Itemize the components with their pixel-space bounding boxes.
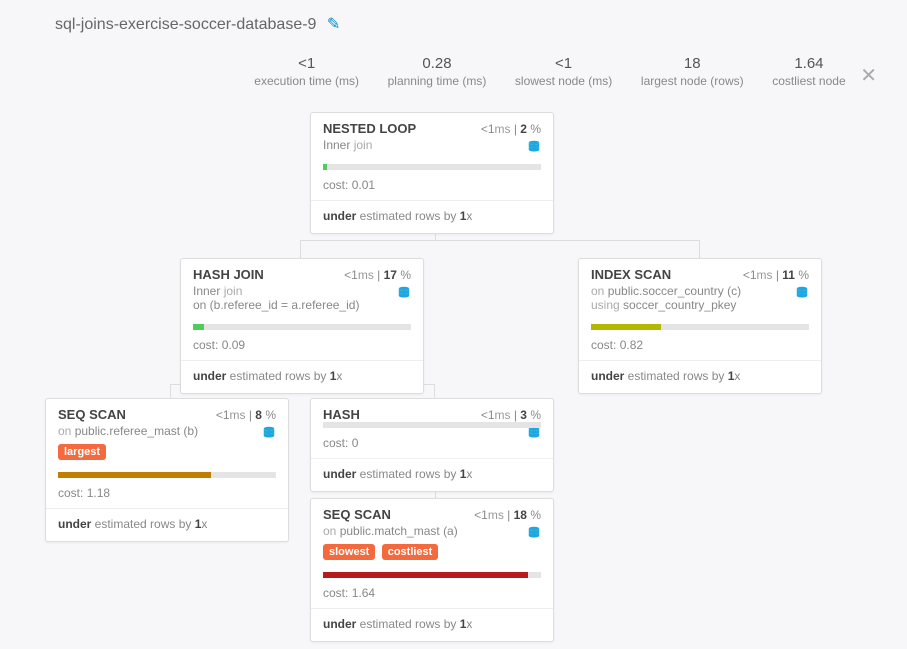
stat-label: slowest node (ms) [515,74,612,88]
node-timing: <1ms | 2 % [481,122,541,136]
cost-value: 0.82 [620,338,643,352]
join-word: join [224,284,243,298]
detail-prefix: on [591,284,608,298]
detail-prefix: on [58,424,75,438]
cost-bar [323,422,541,428]
stat-value: <1 [515,55,612,72]
stat-label: execution time (ms) [254,74,359,88]
database-icon[interactable] [527,524,541,540]
stat-largest-node: 18 largest node (rows) [641,55,744,88]
cost-label: cost: [591,338,616,352]
stat-label: planning time (ms) [388,74,487,88]
stat-slowest-node: <1 slowest node (ms) [515,55,612,88]
plan-name: sql-joins-exercise-soccer-database-9 [55,16,316,33]
node-op: HASH JOIN [193,267,264,282]
node-hash-join[interactable]: HASH JOIN <1ms | 17 % Inner join on (b.r… [180,258,424,394]
cost-value: 0.01 [352,178,375,192]
join-word: join [354,138,373,152]
stats-bar: <1 execution time (ms) 0.28 planning tim… [240,55,860,88]
join-condition: on (b.referee_id = a.referee_id) [193,298,359,312]
stat-value: 1.64 [772,55,845,72]
cost-label: cost: [323,436,348,450]
stat-label: largest node (rows) [641,74,744,88]
join-type: Inner [323,138,350,152]
database-icon[interactable] [397,284,411,300]
row-estimate: under estimated rows by 1x [579,360,821,393]
node-op: SEQ SCAN [323,507,391,522]
cost-label: cost: [323,178,348,192]
relation-name: public.match_mast (a) [340,524,458,538]
row-estimate: under estimated rows by 1x [181,360,423,393]
database-icon[interactable] [262,424,276,440]
stat-label: costliest node [772,74,845,88]
index-name: soccer_country_pkey [623,298,736,312]
node-hash[interactable]: HASH <1ms | 3 % cost: 0 under estimated … [310,398,554,492]
database-icon[interactable] [527,138,541,154]
row-estimate: under estimated rows by 1x [311,608,553,641]
node-timing: <1ms | 11 % [743,268,809,282]
relation-name: public.soccer_country (c) [608,284,741,298]
slowest-badge: slowest [323,544,375,560]
stat-exec-time: <1 execution time (ms) [254,55,359,88]
cost-value: 1.64 [352,586,375,600]
node-op: HASH [323,407,360,422]
cost-label: cost: [193,338,218,352]
stat-costliest-node: 1.64 costliest node [772,55,845,88]
cost-label: cost: [323,586,348,600]
node-timing: <1ms | 8 % [216,408,276,422]
node-op: SEQ SCAN [58,407,126,422]
using-prefix: using [591,298,623,312]
cost-value: 1.18 [87,486,110,500]
node-seq-scan-referee[interactable]: SEQ SCAN <1ms | 8 % on public.referee_ma… [45,398,289,542]
node-op: INDEX SCAN [591,267,671,282]
node-index-scan[interactable]: INDEX SCAN <1ms | 11 % on public.soccer_… [578,258,822,394]
edit-icon[interactable]: ✎ [327,16,340,33]
row-estimate: under estimated rows by 1x [311,200,553,233]
node-timing: <1ms | 3 % [481,408,541,422]
cost-bar [323,572,541,578]
node-op: NESTED LOOP [323,121,416,136]
stat-value: 0.28 [388,55,487,72]
cost-value: 0.09 [222,338,245,352]
stat-plan-time: 0.28 planning time (ms) [388,55,487,88]
stat-value: 18 [641,55,744,72]
row-estimate: under estimated rows by 1x [46,508,288,541]
close-icon[interactable]: ✕ [860,66,877,86]
tree-connector [300,240,700,258]
costliest-badge: costliest [382,544,439,560]
node-nested-loop[interactable]: NESTED LOOP <1ms | 2 % Inner join cost: … [310,112,554,234]
database-icon[interactable] [795,284,809,300]
stat-value: <1 [254,55,359,72]
cost-bar [58,472,276,478]
join-type: Inner [193,284,220,298]
node-timing: <1ms | 17 % [344,268,411,282]
node-timing: <1ms | 18 % [474,508,541,522]
page-title: sql-joins-exercise-soccer-database-9 ✎ [55,14,340,34]
cost-bar [193,324,411,330]
cost-value: 0 [352,436,359,450]
detail-prefix: on [323,524,340,538]
cost-label: cost: [58,486,83,500]
node-seq-scan-match[interactable]: SEQ SCAN <1ms | 18 % on public.match_mas… [310,498,554,642]
relation-name: public.referee_mast (b) [75,424,198,438]
cost-bar [323,164,541,170]
largest-badge: largest [58,444,106,460]
cost-bar [591,324,809,330]
row-estimate: under estimated rows by 1x [311,458,553,491]
